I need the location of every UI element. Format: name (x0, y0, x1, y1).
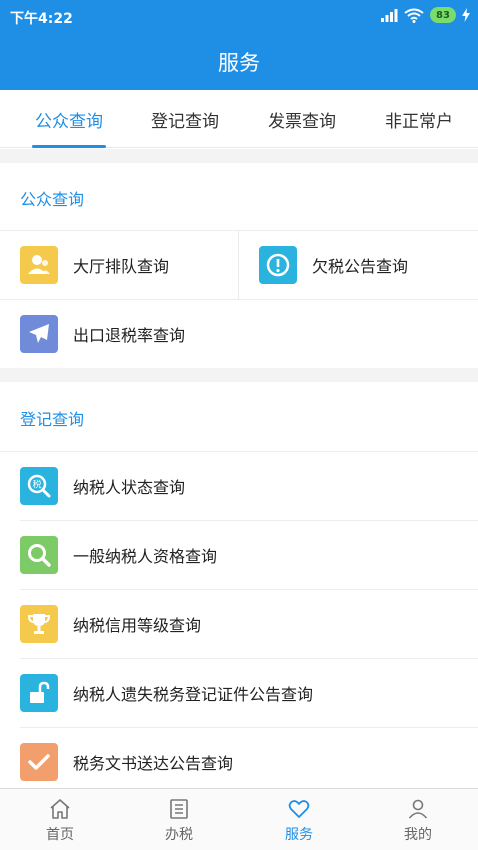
queue-query-item[interactable]: 大厅排队查询 (20, 230, 238, 299)
queue-person-icon (20, 245, 58, 284)
nav-tax-handling[interactable]: 办税 (119, 789, 239, 850)
wifi-icon (404, 8, 424, 23)
lost-certificate-label: 纳税人遗失税务登记证件公告查询 (73, 684, 314, 704)
active-tab-indicator (32, 145, 106, 148)
unlock-icon (20, 673, 58, 712)
charging-icon (462, 8, 470, 22)
section-title-registration-query: 登记查询 (20, 410, 85, 429)
heart-icon (288, 799, 310, 818)
home-icon (50, 798, 70, 819)
section-divider (0, 368, 478, 382)
general-taxpayer-label: 一般纳税人资格查询 (73, 546, 218, 566)
status-bar: 下午4:22 83 (0, 0, 478, 34)
export-rebate-item[interactable]: 出口退税率查询 (20, 299, 478, 368)
nav-tax-handling-label: 办税 (165, 826, 193, 843)
search-icon (20, 535, 58, 574)
section-title-public-query: 公众查询 (20, 190, 85, 209)
signal-icon (381, 9, 398, 22)
nav-services-label: 服务 (285, 826, 313, 843)
tab-invoice-query[interactable]: 发票查询 (253, 90, 351, 148)
checkmark-icon (20, 742, 58, 781)
battery-indicator: 83 (430, 7, 456, 23)
nav-mine[interactable]: 我的 (358, 789, 478, 850)
nav-home[interactable]: 首页 (0, 789, 120, 850)
taxpayer-status-label: 纳税人状态查询 (73, 477, 186, 497)
document-delivery-label: 税务文书送达公告查询 (73, 753, 234, 773)
bottom-navigation: 首页 办税 服务 我的 (0, 788, 478, 850)
credit-rating-label: 纳税信用等级查询 (73, 615, 202, 635)
page-title: 服务 (0, 34, 478, 90)
tab-public-query[interactable]: 公众查询 (20, 90, 118, 148)
document-delivery-announcement-item[interactable]: 税务文书送达公告查询 (20, 727, 478, 796)
lost-certificate-announcement-item[interactable]: 纳税人遗失税务登记证件公告查询 (20, 658, 478, 727)
export-rebate-label: 出口退税率查询 (73, 325, 186, 345)
status-time: 下午4:22 (10, 11, 73, 27)
trophy-icon (20, 604, 58, 643)
airplane-icon (20, 314, 58, 353)
divider (238, 230, 239, 299)
tab-registration-query[interactable]: 登记查询 (136, 90, 234, 148)
nav-home-label: 首页 (46, 826, 74, 843)
queue-query-label: 大厅排队查询 (73, 256, 170, 276)
general-taxpayer-qualification-item[interactable]: 一般纳税人资格查询 (20, 520, 478, 589)
tax-arrears-announcement-item[interactable]: 欠税公告查询 (259, 230, 477, 299)
nav-mine-label: 我的 (404, 826, 432, 843)
taxpayer-status-item[interactable]: 税 纳税人状态查询 (20, 451, 478, 520)
user-icon (408, 799, 428, 819)
section-divider (0, 149, 478, 163)
svg-text:税: 税 (32, 478, 41, 490)
tax-arrears-label: 欠税公告查询 (312, 256, 409, 276)
tab-bar: 公众查询 登记查询 发票查询 非正常户 (0, 90, 478, 148)
tax-search-icon: 税 (20, 466, 58, 505)
alert-icon (259, 245, 297, 284)
tab-abnormal-household[interactable]: 非正常户 (370, 90, 468, 148)
credit-rating-item[interactable]: 纳税信用等级查询 (20, 589, 478, 658)
status-icons: 83 (380, 7, 470, 23)
nav-services[interactable]: 服务 (239, 789, 359, 850)
list-icon (170, 798, 188, 819)
